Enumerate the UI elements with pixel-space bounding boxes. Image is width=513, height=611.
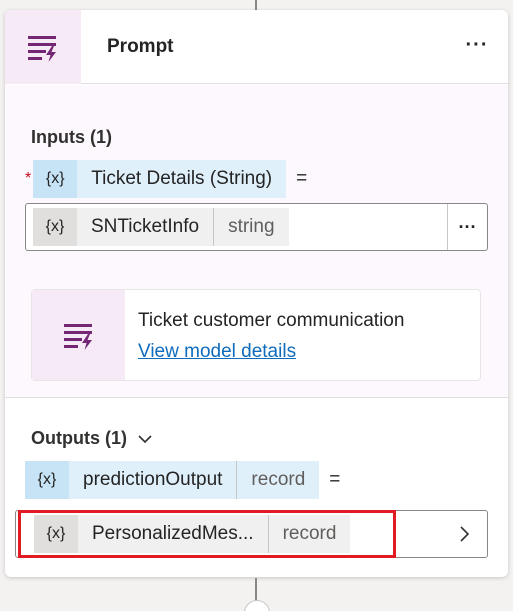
variable-icon: {x} bbox=[34, 515, 78, 553]
view-model-details-link[interactable]: View model details bbox=[138, 341, 296, 363]
inputs-label: Inputs (1) bbox=[31, 127, 112, 147]
input-param-name: Ticket Details (String) bbox=[91, 168, 273, 189]
output-param-row: {x} predictionOutput record = bbox=[25, 461, 340, 499]
variable-icon: {x} bbox=[33, 160, 78, 198]
add-node-button[interactable] bbox=[244, 600, 270, 611]
variable-icon: {x} bbox=[25, 461, 69, 499]
input-value-name: SNTicketInfo bbox=[91, 216, 200, 237]
output-value-type: record bbox=[267, 515, 351, 553]
output-param-name: predictionOutput bbox=[83, 469, 223, 490]
assignment-equals: = bbox=[296, 168, 308, 189]
output-value-name: PersonalizedMes... bbox=[92, 523, 254, 544]
input-value-field[interactable]: {x} SNTicketInfo string ··· bbox=[25, 203, 488, 251]
output-value-chip[interactable]: {x} PersonalizedMes... record bbox=[34, 515, 351, 553]
prompt-icon-container bbox=[5, 10, 81, 84]
required-marker: * bbox=[25, 170, 32, 187]
inputs-section: Inputs (1) * {x} Ticket Details (String)… bbox=[5, 85, 508, 398]
model-icon-container bbox=[32, 290, 125, 380]
prompt-icon bbox=[28, 36, 56, 62]
assignment-equals: = bbox=[329, 469, 341, 490]
output-value-field[interactable]: {x} PersonalizedMes... record bbox=[15, 510, 488, 558]
node-more-options-button[interactable]: ··· bbox=[461, 32, 493, 58]
node-title: Prompt bbox=[107, 36, 174, 57]
chevron-down-icon[interactable] bbox=[137, 434, 153, 444]
prompt-icon bbox=[63, 324, 92, 350]
input-param-row: * {x} Ticket Details (String) = bbox=[25, 160, 307, 198]
input-value-type: string bbox=[213, 208, 288, 246]
node-header: Prompt ··· bbox=[5, 10, 508, 84]
flow-connector-bottom bbox=[255, 578, 257, 602]
input-value-more-button[interactable]: ··· bbox=[447, 204, 487, 250]
input-value-chip[interactable]: {x} SNTicketInfo string bbox=[33, 208, 289, 246]
outputs-label: Outputs (1) bbox=[31, 428, 127, 448]
flow-connector-top bbox=[255, 0, 257, 10]
variable-icon: {x} bbox=[33, 208, 77, 246]
outputs-header: Outputs (1) bbox=[31, 428, 153, 449]
output-param-type: record bbox=[236, 461, 319, 499]
output-param-chip[interactable]: {x} predictionOutput record bbox=[25, 461, 320, 499]
model-name: Ticket customer communication bbox=[138, 310, 405, 331]
model-card: Ticket customer communication View model… bbox=[31, 289, 481, 381]
chevron-right-icon[interactable] bbox=[449, 511, 479, 557]
input-param-chip[interactable]: {x} Ticket Details (String) bbox=[33, 160, 287, 198]
prompt-node-card[interactable]: Prompt ··· Inputs (1) * {x} Ticket Detai… bbox=[5, 10, 508, 577]
